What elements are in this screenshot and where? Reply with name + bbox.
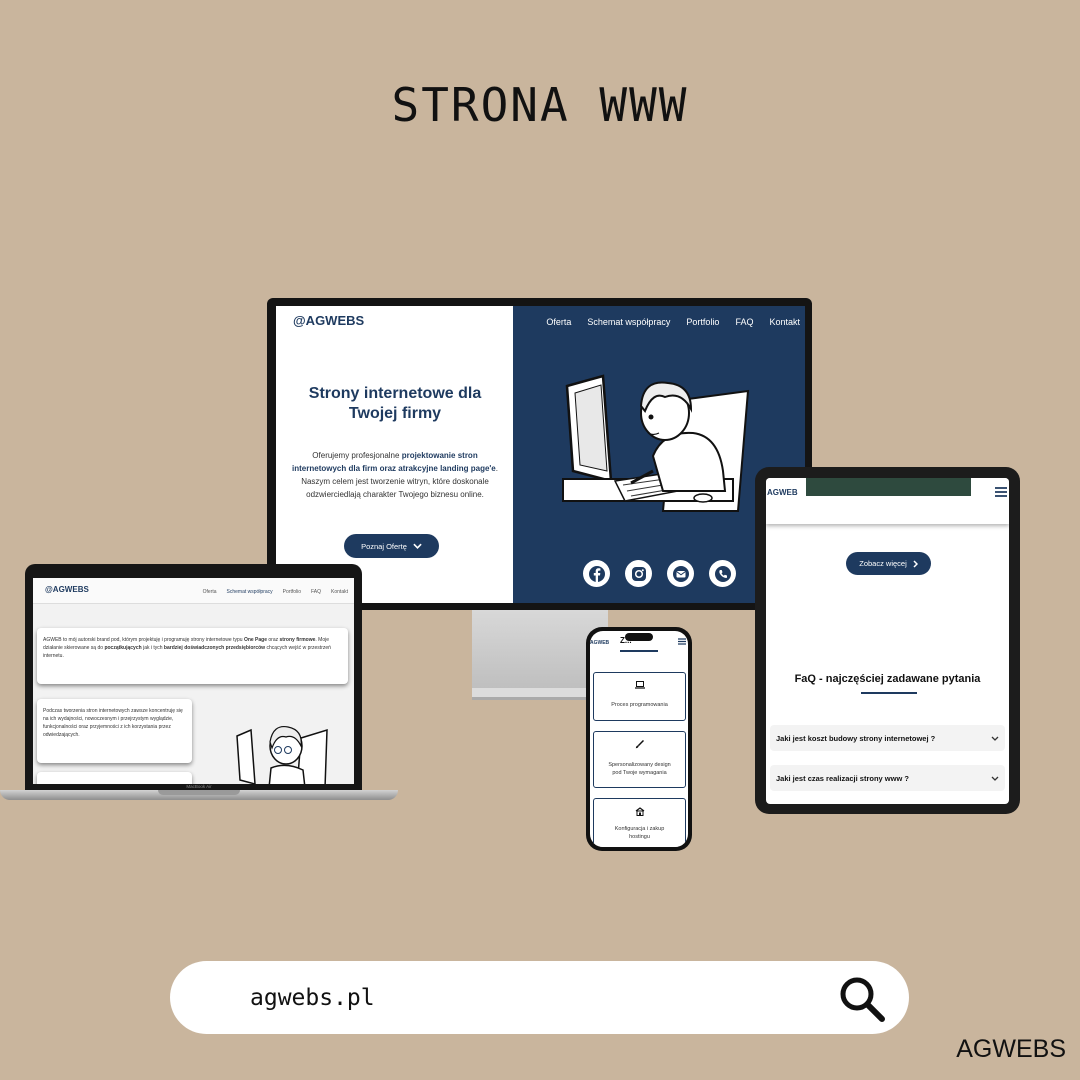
faq-heading: FaQ - najczęściej zadawane pytania bbox=[794, 673, 981, 685]
social-icons bbox=[583, 560, 736, 587]
main-nav: Oferta Schemat współpracy Portfolio FAQ … bbox=[546, 317, 800, 327]
laptop-site-logo[interactable]: @AGWEBS bbox=[45, 585, 89, 594]
offer-button-label: Poznaj Ofertę bbox=[361, 541, 407, 551]
offer-button[interactable]: Poznaj Ofertę bbox=[344, 534, 439, 558]
laptop-nav: Oferta Schemat współpracy Portfolio FAQ … bbox=[203, 589, 348, 595]
hero-left-panel: @AGWEBS Strony internetowe dla Twojej fi… bbox=[276, 306, 513, 603]
page-title: STRONA WWW bbox=[391, 78, 689, 132]
chevron-right-icon bbox=[913, 559, 918, 568]
laptop-screen: @AGWEBS Oferta Schemat współpracy Portfo… bbox=[33, 578, 354, 784]
phone-site-logo[interactable]: AGWEB bbox=[590, 640, 609, 646]
facebook-icon[interactable] bbox=[583, 560, 610, 587]
approach-card: Podczas tworzenia stron internetowych za… bbox=[37, 699, 192, 763]
faq-question: Jaki jest czas realizacji strony www ? bbox=[776, 773, 909, 783]
nav-item-portfolio[interactable]: Portfolio bbox=[686, 317, 719, 327]
phone-notch bbox=[625, 633, 653, 641]
hamburger-menu-icon[interactable] bbox=[678, 638, 686, 645]
faq-item[interactable]: Jaki jest koszt budowy strony internetow… bbox=[770, 725, 1005, 751]
service-card[interactable]: Proces programowania bbox=[593, 672, 686, 721]
brand-name: AGWEBS bbox=[956, 1035, 1066, 1063]
nav-item-faq[interactable]: FAQ bbox=[735, 317, 753, 327]
site-logo[interactable]: @AGWEBS bbox=[293, 313, 364, 328]
tablet-site-logo[interactable]: AGWEB bbox=[767, 488, 798, 497]
service-label: Konfiguracja i zakup hostingu bbox=[614, 826, 665, 840]
hamburger-menu-icon[interactable] bbox=[995, 487, 1007, 497]
see-more-label: Zobacz więcej bbox=[859, 559, 907, 568]
laptop-nav-faq[interactable]: FAQ bbox=[311, 589, 321, 595]
boy-illustration bbox=[236, 725, 328, 784]
service-label: Spersonalizowany design pod Twoje wymaga… bbox=[608, 762, 671, 776]
faq-item[interactable]: Jaki jest czas realizacji strony www ? bbox=[770, 765, 1005, 791]
about-card: AGWEB to mój autorski brand pod, którym … bbox=[37, 628, 348, 684]
nav-item-kontakt[interactable]: Kontakt bbox=[769, 317, 800, 327]
tablet-banner bbox=[806, 478, 971, 496]
laptop-nav-kontakt[interactable]: Kontakt bbox=[331, 589, 348, 595]
search-query[interactable]: agwebs.pl bbox=[250, 985, 375, 1011]
instagram-icon[interactable] bbox=[625, 560, 652, 587]
hero-text: Oferujemy profesjonalne projektowanie st… bbox=[292, 451, 498, 499]
server-icon bbox=[635, 807, 644, 816]
search-bar[interactable]: agwebs.pl bbox=[170, 961, 909, 1034]
chevron-down-icon bbox=[991, 736, 999, 741]
laptop-icon bbox=[634, 681, 645, 689]
tablet-screen: AGWEB Zobacz więcej FaQ - najczęściej za… bbox=[766, 478, 1009, 804]
laptop-model-label: MacBook Air bbox=[186, 784, 212, 789]
laptop-nav-portfolio[interactable]: Portfolio bbox=[283, 589, 301, 595]
faq-question: Jaki jest koszt budowy strony internetow… bbox=[776, 733, 936, 743]
monitor-screen: @AGWEBS Strony internetowe dla Twojej fi… bbox=[276, 306, 805, 603]
service-card[interactable]: Konfiguracja i zakup hostingu bbox=[593, 798, 686, 847]
laptop-notch bbox=[158, 790, 240, 795]
phone-heading-underline bbox=[620, 650, 658, 652]
search-icon[interactable] bbox=[838, 975, 886, 1023]
phone-icon[interactable] bbox=[709, 560, 736, 587]
laptop-nav-oferta[interactable]: Oferta bbox=[203, 589, 217, 595]
next-card bbox=[37, 772, 192, 784]
nav-item-schemat[interactable]: Schemat współpracy bbox=[587, 317, 670, 327]
laptop-nav-schemat[interactable]: Schemat współpracy bbox=[227, 589, 273, 595]
boy-at-computer-illustration bbox=[562, 374, 750, 512]
service-card[interactable]: Spersonalizowany design pod Twoje wymaga… bbox=[593, 731, 686, 788]
brush-icon bbox=[635, 739, 645, 749]
hero-heading: Strony internetowe dla Twojej firmy bbox=[308, 385, 482, 422]
see-more-button[interactable]: Zobacz więcej bbox=[846, 552, 931, 575]
chevron-down-icon bbox=[413, 543, 422, 549]
smartphone-screen: AGWEB Z... Proces programowania Spersona… bbox=[590, 631, 688, 847]
mail-icon[interactable] bbox=[667, 560, 694, 587]
chevron-down-icon bbox=[991, 776, 999, 781]
service-label: Proces programowania bbox=[611, 702, 668, 708]
faq-underline bbox=[861, 692, 917, 694]
nav-item-oferta[interactable]: Oferta bbox=[546, 317, 571, 327]
